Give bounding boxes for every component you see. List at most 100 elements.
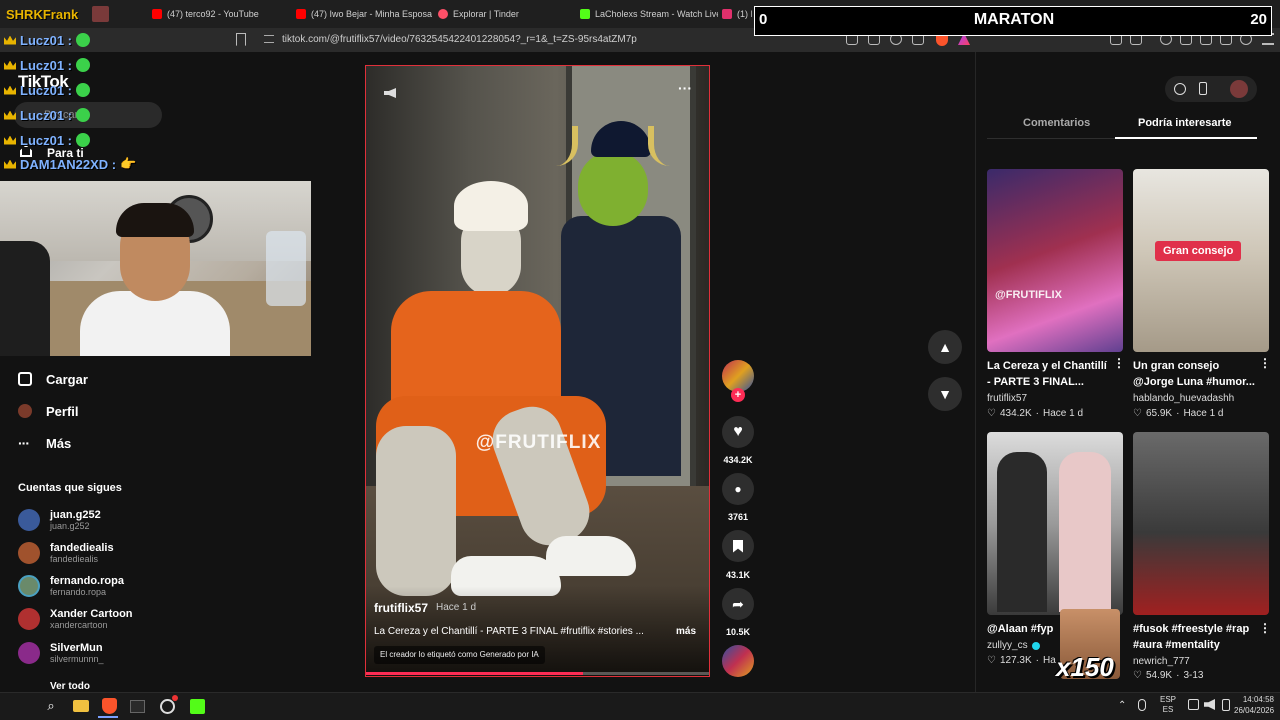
video-card-author[interactable]: zullyy_cs xyxy=(987,640,1028,651)
card-more-icon[interactable]: ⋮ xyxy=(1259,621,1271,635)
system-clock[interactable]: 14:04:58 26/04/2026 xyxy=(1234,694,1274,716)
chat-user: Lucz01 : xyxy=(20,82,73,98)
following-account[interactable]: fandediealis fandediealis xyxy=(18,538,114,568)
tray-chevron-icon[interactable]: ⌃ xyxy=(1118,700,1126,711)
previous-video-button[interactable]: ▲ xyxy=(928,330,962,364)
video-card-title[interactable]: #fusok #freestyle #rap #aura #mentality xyxy=(1133,621,1258,653)
language-primary: ESP xyxy=(1160,695,1177,704)
tab-youtube-1[interactable]: (47) terco92 - YouTube xyxy=(152,4,290,24)
save-count: 43.1K xyxy=(725,570,751,580)
chat-user: Lucz01 : xyxy=(20,57,73,73)
file-explorer-icon[interactable] xyxy=(72,697,90,715)
tab-label: (1) Instagram xyxy=(737,9,752,19)
next-video-button[interactable]: ▼ xyxy=(928,377,962,411)
video-player[interactable]: @FRUTIFLIX ··· frutiflix57 Hace 1 d La C… xyxy=(365,65,710,677)
card-time: Hace 1 d xyxy=(1183,408,1224,419)
streamer-name: SHRKFrank xyxy=(6,6,79,22)
upload-menu-item[interactable]: Cargar xyxy=(18,368,88,390)
video-card-thumbnail[interactable]: @FRUTIFLIX xyxy=(987,169,1123,352)
comment-button[interactable]: ● xyxy=(722,473,754,505)
notification-dot xyxy=(172,695,178,701)
verified-badge-icon xyxy=(1032,642,1040,650)
card-time: Ha xyxy=(1043,655,1056,666)
heart-outline-icon: ♡ xyxy=(1133,408,1142,419)
account-name: fernando.ropa xyxy=(50,575,124,587)
following-account[interactable]: Xander Cartoon xandercartoon xyxy=(18,604,133,634)
video-card-thumbnail[interactable] xyxy=(987,432,1123,615)
url-field[interactable]: tiktok.com/@frutiflix57/video/7632545422… xyxy=(262,30,832,50)
kick-app-icon[interactable] xyxy=(188,697,206,715)
person-hair xyxy=(116,203,194,237)
more-options-icon[interactable]: ··· xyxy=(678,80,692,96)
following-account[interactable]: SilverMun silvermunnn_ xyxy=(18,638,104,668)
music-disc-icon[interactable] xyxy=(722,645,754,677)
tab-might-like[interactable]: Podría interesarte xyxy=(1138,117,1232,129)
profile-menu-item[interactable]: Perfil xyxy=(18,400,79,422)
card-likes: 434.2K xyxy=(999,408,1032,419)
video-card-thumbnail[interactable] xyxy=(1133,432,1269,615)
card-likes: 65.9K xyxy=(1145,408,1173,419)
video-caption: La Cereza y el Chantillí - PARTE 3 FINAL… xyxy=(374,626,644,637)
more-caption-link[interactable]: más xyxy=(676,626,696,637)
meta-separator: · xyxy=(1176,670,1180,681)
terminal-icon[interactable] xyxy=(128,697,146,715)
microphone-icon[interactable] xyxy=(1138,699,1146,711)
video-card-author[interactable]: hablando_huevadashh xyxy=(1133,393,1234,404)
like-count: 434.2K xyxy=(723,455,753,465)
save-button[interactable] xyxy=(722,530,754,562)
like-button[interactable]: ♥ xyxy=(722,416,754,448)
video-author[interactable]: frutiflix57 xyxy=(374,601,428,615)
crown-icon xyxy=(4,35,16,45)
following-account[interactable]: fernando.ropa fernando.ropa xyxy=(18,571,124,601)
tab-kick[interactable]: LaCholexs Stream - Watch Live xyxy=(580,4,718,24)
video-card-title[interactable]: Un gran consejo @Jorge Luna #humor... xyxy=(1133,358,1258,390)
search-icon[interactable]: ⌕ xyxy=(42,697,60,715)
windows-start-icon[interactable] xyxy=(12,697,29,714)
kick-emote-icon xyxy=(76,133,91,147)
card-more-icon[interactable]: ⋮ xyxy=(1259,356,1271,370)
chat-user: Lucz01 : xyxy=(20,107,73,123)
account-handle: silvermunnn_ xyxy=(50,654,104,664)
video-card-author[interactable]: frutiflix57 xyxy=(987,393,1027,404)
meta-separator: · xyxy=(1035,655,1040,666)
following-account[interactable]: juan.g252 juan.g252 xyxy=(18,505,101,535)
language-indicator[interactable]: ESP ES xyxy=(1160,695,1176,715)
video-card-meta: ♡ 434.2K · Hace 1 d xyxy=(987,408,1083,419)
more-menu-item[interactable]: ··· Más xyxy=(18,432,71,454)
site-settings-icon[interactable] xyxy=(264,35,274,43)
compass-icon[interactable] xyxy=(1174,83,1186,95)
kick-emote-icon xyxy=(76,83,91,97)
tab-youtube-2[interactable]: (47) Iwo Bejar - Minha Esposa xyxy=(296,4,434,24)
chat-line: Lucz01 : xyxy=(4,105,91,125)
marathon-right-value: 20 xyxy=(1250,11,1267,28)
video-card-author[interactable]: newrich_777 xyxy=(1133,656,1190,667)
tab-instagram[interactable]: (1) Instagram xyxy=(722,4,752,24)
share-button[interactable]: ➦ xyxy=(722,588,754,620)
battery-icon[interactable] xyxy=(1222,699,1230,711)
active-tab-indicator xyxy=(1115,137,1257,139)
account-name: fandediealis xyxy=(50,542,114,554)
chat-line: Lucz01 : xyxy=(4,80,91,100)
account-name: SilverMun xyxy=(50,642,103,654)
user-avatar[interactable] xyxy=(1230,80,1248,98)
brave-browser-icon[interactable] xyxy=(100,697,118,715)
card-time: 3-13 xyxy=(1183,670,1204,681)
instagram-icon xyxy=(722,9,732,19)
follow-plus-icon[interactable]: + xyxy=(731,388,745,402)
youtube-icon xyxy=(152,9,162,19)
network-icon[interactable] xyxy=(1188,699,1199,710)
meta-separator: · xyxy=(1035,408,1040,419)
comment-icon: ● xyxy=(734,482,742,496)
video-card-meta: ♡ 54.9K · 3-13 xyxy=(1133,670,1203,681)
tab-tinder[interactable]: Explorar | Tinder xyxy=(438,4,576,24)
phone-icon[interactable] xyxy=(1199,82,1207,95)
menu-label: Perfil xyxy=(46,403,79,419)
video-watermark: @FRUTIFLIX xyxy=(475,432,602,453)
account-handle: xandercartoon xyxy=(50,620,108,630)
video-card-thumbnail[interactable]: Gran consejo xyxy=(1133,169,1269,352)
tab-comments[interactable]: Comentarios xyxy=(1023,117,1090,129)
see-all-link[interactable]: Ver todo xyxy=(50,681,90,692)
card-more-icon[interactable]: ⋮ xyxy=(1113,356,1125,370)
kick-emote-icon xyxy=(76,108,91,122)
video-card-title[interactable]: La Cereza y el Chantillí - PARTE 3 FINAL… xyxy=(987,358,1112,390)
